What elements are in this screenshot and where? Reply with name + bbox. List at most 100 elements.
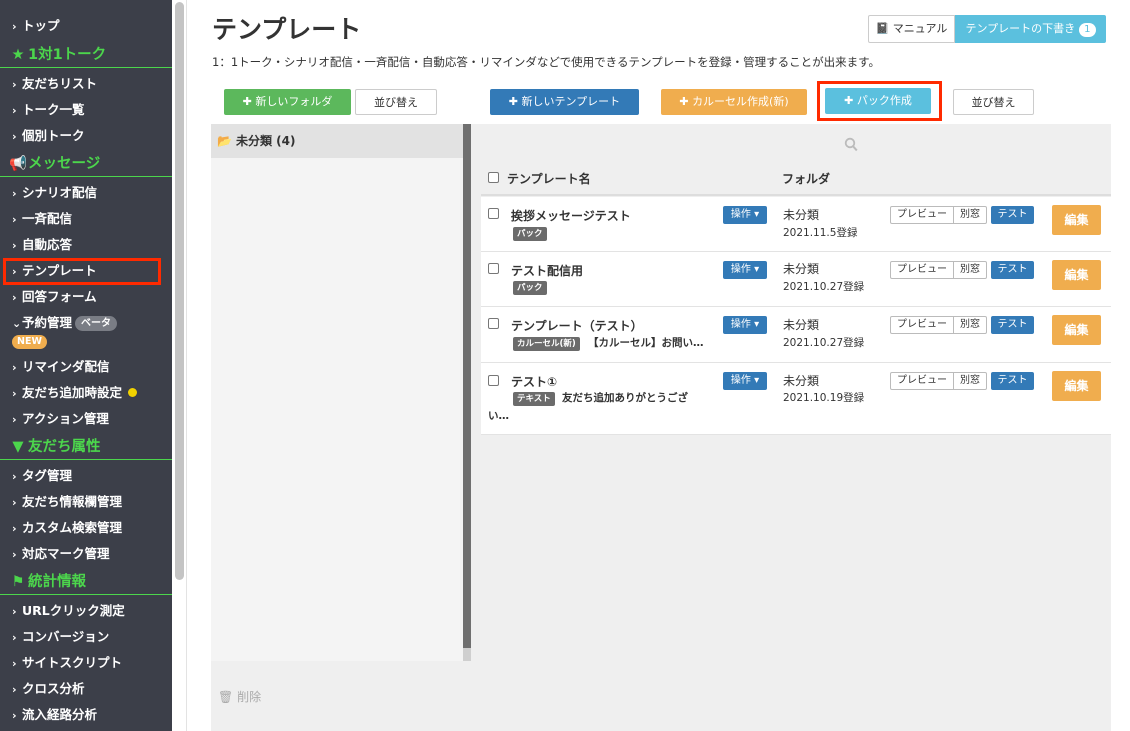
template-type-badge: パック	[513, 227, 547, 241]
operation-label: 操作	[730, 209, 751, 220]
chevron-right-icon: ›	[12, 187, 17, 200]
folder-scrollbar[interactable]	[463, 124, 471, 661]
sidebar-item-reservation[interactable]: ⌄予約管理 ベータ	[0, 310, 172, 336]
row-folder: 未分類	[783, 262, 820, 276]
row-folder: 未分類	[783, 208, 820, 222]
template-name[interactable]: テスト配信用	[511, 262, 583, 279]
sidebar-item-talk-list[interactable]: › トーク一覧	[0, 97, 172, 123]
row-checkbox[interactable]	[488, 318, 499, 329]
manual-label: マニュアル	[892, 22, 948, 35]
template-type-badge: テキスト	[513, 392, 555, 406]
sidebar-item-reminder[interactable]: › リマインダ配信	[0, 354, 172, 380]
sidebar-item-auto-reply[interactable]: › 自動応答	[0, 232, 172, 258]
preview-button[interactable]: プレビュー	[890, 206, 954, 224]
sidebar-scrollbar-thumb[interactable]	[175, 2, 184, 580]
sidebar-item-label: トップ	[22, 18, 60, 33]
sidebar-item-tags[interactable]: › タグ管理	[0, 463, 172, 489]
new-window-button[interactable]: 別窓	[954, 206, 987, 224]
sidebar-item-cross-analysis[interactable]: › クロス分析	[0, 676, 172, 702]
sort-templates-button[interactable]: 並び替え	[953, 89, 1034, 115]
template-draft-button[interactable]: テンプレートの下書き 1	[955, 15, 1106, 43]
sidebar-item-site-script[interactable]: › サイトスクリプト	[0, 650, 172, 676]
row-date: 2021.11.5登録	[783, 227, 858, 239]
sidebar-item-marks[interactable]: › 対応マーク管理	[0, 541, 172, 567]
sidebar-item-url-click[interactable]: › URLクリック測定	[0, 598, 172, 624]
sidebar-item-label: コンバージョン	[22, 629, 110, 644]
search-icon[interactable]	[844, 137, 858, 153]
sidebar-section-label: 友だち属性	[28, 439, 101, 455]
chevron-right-icon: ›	[12, 387, 17, 400]
preview-button[interactable]: プレビュー	[890, 316, 954, 334]
sidebar-item-broadcast[interactable]: › 一斉配信	[0, 206, 172, 232]
book-icon: 📓	[875, 22, 890, 35]
sidebar-item-top[interactable]: › トップ	[0, 13, 172, 39]
test-button[interactable]: テスト	[991, 372, 1034, 390]
operation-dropdown[interactable]: 操作 ▾	[723, 316, 767, 334]
template-snippet: 【カルーセル】お問い…	[588, 337, 704, 349]
notification-dot	[128, 388, 138, 397]
sidebar-item-label: アクション管理	[22, 411, 109, 426]
edit-button[interactable]: 編集	[1052, 371, 1101, 401]
row-date: 2021.10.19登録	[783, 392, 865, 404]
operation-dropdown[interactable]: 操作 ▾	[723, 206, 767, 224]
chevron-right-icon: ›	[12, 496, 17, 509]
template-name[interactable]: テンプレート（テスト）	[511, 317, 643, 334]
sidebar-item-label: 予約管理	[22, 315, 73, 330]
new-window-button[interactable]: 別窓	[954, 372, 987, 390]
operation-dropdown[interactable]: 操作 ▾	[723, 372, 767, 390]
carousel-create-button[interactable]: ✚ カルーセル作成(新)	[661, 89, 807, 115]
sidebar-item-friend-add-settings[interactable]: › 友だち追加時設定	[0, 380, 172, 406]
highlight-template-menu	[3, 258, 161, 285]
edit-button[interactable]: 編集	[1052, 315, 1101, 345]
template-name[interactable]: 挨拶メッセージテスト	[511, 207, 631, 224]
delete-folder-button[interactable]: 🗑 削除	[218, 688, 261, 705]
new-folder-label: 新しいフォルダ	[255, 95, 333, 108]
flag-icon: ⚑	[11, 574, 25, 590]
template-table-header: テンプレート名 フォルダ	[481, 162, 1111, 196]
new-window-button[interactable]: 別窓	[954, 316, 987, 334]
edit-button[interactable]: 編集	[1052, 260, 1101, 290]
test-button[interactable]: テスト	[991, 316, 1034, 334]
preview-button[interactable]: プレビュー	[890, 261, 954, 279]
table-row: テンプレート（テスト） カルーセル(新) 【カルーセル】お問い… 操作 ▾ 未分…	[481, 307, 1111, 363]
row-checkbox[interactable]	[488, 263, 499, 274]
table-row: 挨拶メッセージテスト パック 操作 ▾ 未分類 2021.11.5登録 プレビュ…	[481, 197, 1111, 252]
trash-icon: 🗑	[218, 690, 234, 704]
sort-folders-button[interactable]: 並び替え	[355, 89, 437, 115]
chevron-right-icon: ›	[12, 239, 17, 252]
plus-icon: ✚	[508, 95, 519, 108]
folder-list	[211, 124, 463, 661]
sidebar-item-custom-search[interactable]: › カスタム検索管理	[0, 515, 172, 541]
sidebar-item-conversion[interactable]: › コンバージョン	[0, 624, 172, 650]
new-window-button[interactable]: 別窓	[954, 261, 987, 279]
sidebar-item-friend-info[interactable]: › 友だち情報欄管理	[0, 489, 172, 515]
sidebar-item-label: 個別トーク	[22, 128, 85, 143]
row-checkbox[interactable]	[488, 208, 499, 219]
sidebar-item-label: リマインダ配信	[22, 359, 110, 374]
sidebar-item-label: シナリオ配信	[22, 185, 98, 200]
sidebar-item-action[interactable]: › アクション管理	[0, 406, 172, 432]
chevron-right-icon: ›	[12, 413, 17, 426]
caret-down-icon: ▾	[754, 264, 760, 275]
operation-dropdown[interactable]: 操作 ▾	[723, 261, 767, 279]
edit-button[interactable]: 編集	[1052, 205, 1101, 235]
sidebar-item-friends-list[interactable]: › 友だちリスト	[0, 71, 172, 97]
chevron-right-icon: ›	[12, 130, 17, 143]
sidebar-section-message: 📢メッセージ	[0, 151, 172, 177]
row-checkbox[interactable]	[488, 375, 499, 386]
sidebar-item-answer-form[interactable]: › 回答フォーム	[0, 284, 172, 310]
folder-item-uncategorized[interactable]: 📂 未分類 (4)	[211, 124, 463, 158]
new-folder-button[interactable]: ✚ 新しいフォルダ	[224, 89, 351, 115]
preview-button[interactable]: プレビュー	[890, 372, 954, 390]
new-template-button[interactable]: ✚ 新しいテンプレート	[490, 89, 639, 115]
sidebar-item-individual-talk[interactable]: › 個別トーク	[0, 123, 172, 149]
test-button[interactable]: テスト	[991, 261, 1034, 279]
test-button[interactable]: テスト	[991, 206, 1034, 224]
sidebar-item-scenario[interactable]: › シナリオ配信	[0, 180, 172, 206]
sidebar-item-label: 友だちリスト	[22, 76, 98, 91]
manual-button[interactable]: 📓 マニュアル	[868, 15, 955, 43]
select-all-checkbox[interactable]	[488, 172, 499, 183]
template-name[interactable]: テスト①	[511, 373, 557, 390]
template-type-badge: カルーセル(新)	[513, 337, 580, 351]
sidebar-item-inflow[interactable]: › 流入経路分析	[0, 702, 172, 728]
